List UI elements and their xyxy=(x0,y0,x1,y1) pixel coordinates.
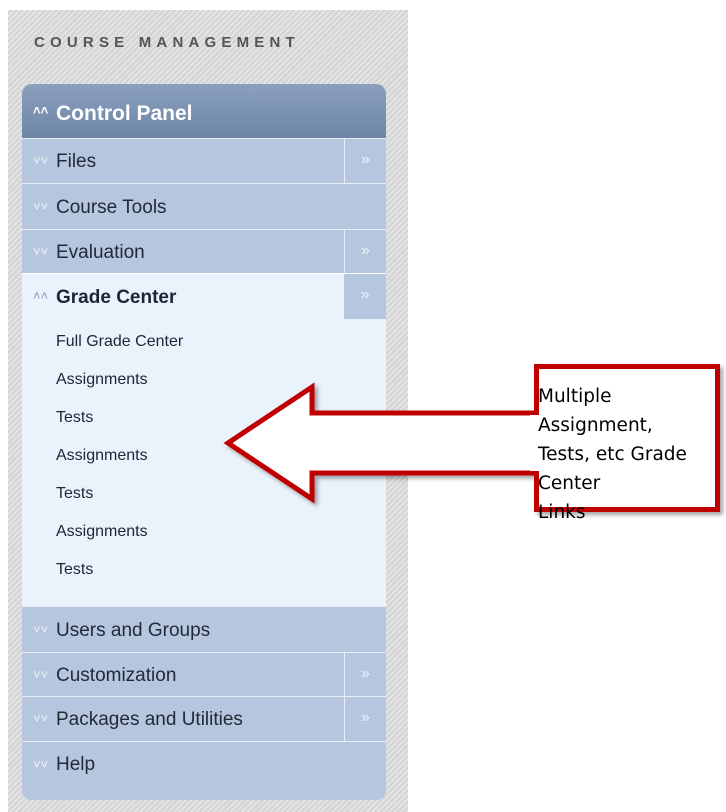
left-arrow-icon xyxy=(223,382,540,504)
callout-line: Multiple Assignment, xyxy=(538,386,653,436)
callout-text: Multiple Assignment, Tests, etc Grade Ce… xyxy=(538,382,724,527)
callout-line: Links xyxy=(538,502,586,523)
callout-line: Tests, etc Grade Center xyxy=(538,444,687,494)
